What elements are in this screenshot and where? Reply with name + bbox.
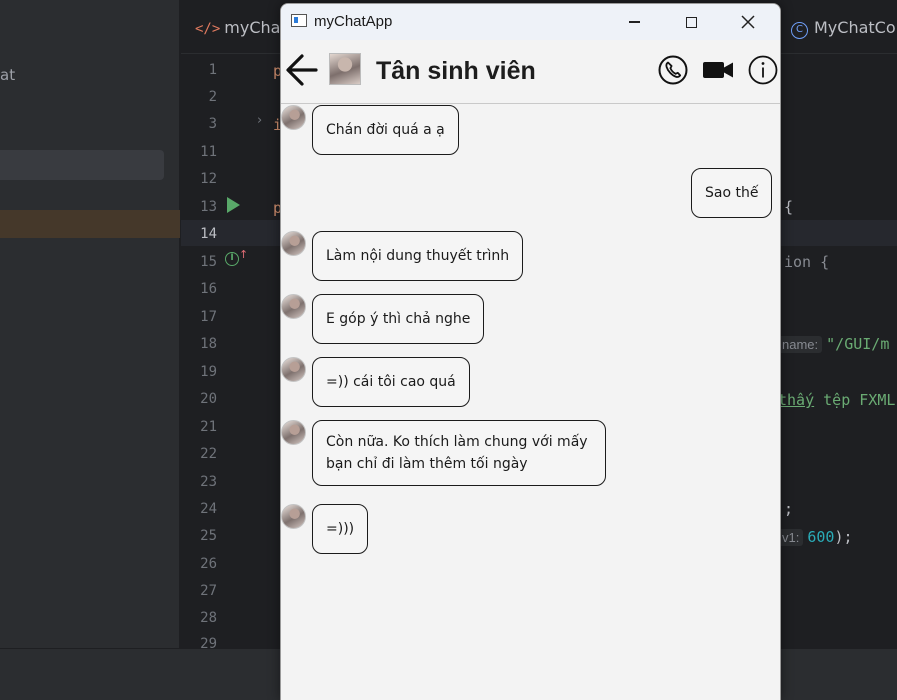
video-camera-icon bbox=[703, 62, 733, 78]
line-number: 27 bbox=[200, 583, 217, 599]
chat-header: Tân sinh viên bbox=[281, 40, 780, 104]
xml-tag-icon: </> bbox=[195, 21, 221, 37]
maximize-button[interactable] bbox=[668, 4, 714, 40]
message-bubble-sent[interactable]: Sao thế bbox=[691, 168, 773, 218]
run-gutter-icon[interactable] bbox=[227, 197, 240, 213]
app-window-icon bbox=[291, 14, 307, 27]
fold-chevron-icon[interactable]: › bbox=[257, 113, 262, 128]
line-number: 25 bbox=[200, 528, 217, 544]
code-line-15-tail: ion { bbox=[784, 253, 830, 271]
close-button[interactable] bbox=[725, 4, 771, 40]
maximize-icon bbox=[685, 16, 697, 28]
window-titlebar[interactable]: myChatApp bbox=[281, 4, 780, 40]
message-bubble-received[interactable]: Chán đời quá a ạ bbox=[312, 105, 459, 155]
voice-call-button[interactable] bbox=[657, 54, 689, 86]
message-list[interactable]: Chán đời quá a ạ Sao thế Làm nội dung th… bbox=[281, 104, 780, 700]
sender-avatar bbox=[281, 504, 306, 529]
sender-avatar bbox=[281, 231, 306, 256]
line-number-current: 14 bbox=[200, 226, 217, 242]
line-number: 22 bbox=[200, 446, 217, 462]
line-number: 21 bbox=[200, 419, 217, 435]
parameter-hint: v1: bbox=[778, 529, 804, 546]
contact-name: Tân sinh viên bbox=[376, 57, 536, 85]
line-number: 15 bbox=[200, 254, 217, 270]
editor-tab-fxml[interactable]: </> myChat bbox=[195, 18, 287, 37]
line-number: 12 bbox=[200, 171, 217, 187]
editor-tab-controller[interactable]: C MyChatCo bbox=[791, 18, 896, 39]
line-number: 28 bbox=[200, 610, 217, 626]
video-call-button[interactable] bbox=[701, 54, 733, 86]
info-icon bbox=[748, 55, 778, 85]
implements-gutter-icon[interactable]: I bbox=[225, 252, 239, 266]
project-search-field[interactable] bbox=[0, 150, 164, 180]
message-bubble-received[interactable]: Làm nội dung thuyết trình bbox=[312, 231, 524, 281]
window-title: myChatApp bbox=[314, 13, 393, 30]
message-bubble-received[interactable]: =))) bbox=[312, 504, 369, 554]
line-number: 17 bbox=[200, 309, 217, 325]
code-line-20-tail: thấy tệp FXML bbox=[778, 391, 896, 409]
line-number: 13 bbox=[200, 199, 217, 215]
line-number: 3 bbox=[208, 116, 217, 132]
chat-app-window: myChatApp Tân sinh viên Chán đời quá a ạ… bbox=[280, 3, 781, 700]
line-number: 2 bbox=[208, 89, 217, 105]
class-icon: C bbox=[791, 22, 808, 39]
code-line-25-tail: v1: 600); bbox=[778, 528, 853, 546]
back-arrow-icon bbox=[286, 54, 318, 86]
project-selected-row[interactable] bbox=[0, 210, 180, 238]
line-number: 26 bbox=[200, 556, 217, 572]
minimize-button[interactable] bbox=[611, 4, 657, 40]
line-number: 20 bbox=[200, 391, 217, 407]
line-number: 18 bbox=[200, 336, 217, 352]
message-bubble-received[interactable]: E góp ý thì chả nghe bbox=[312, 294, 485, 344]
line-number: 16 bbox=[200, 281, 217, 297]
message-bubble-received[interactable]: Còn nữa. Ko thích làm chung với mấy bạn … bbox=[312, 420, 606, 486]
parameter-hint: name: bbox=[778, 336, 823, 353]
line-number: 24 bbox=[200, 501, 217, 517]
info-button[interactable] bbox=[747, 54, 779, 86]
phone-icon bbox=[658, 55, 688, 85]
override-arrow-icon: ↑ bbox=[239, 248, 249, 261]
sender-avatar bbox=[281, 294, 306, 319]
line-number: 11 bbox=[200, 144, 217, 160]
back-button[interactable] bbox=[284, 50, 320, 90]
contact-avatar[interactable] bbox=[329, 53, 361, 85]
sender-avatar bbox=[281, 420, 306, 445]
message-bubble-received[interactable]: =)) cái tôi cao quá bbox=[312, 357, 470, 407]
line-number: 23 bbox=[200, 474, 217, 490]
line-number: 1 bbox=[208, 62, 217, 78]
project-tree-item[interactable]: at bbox=[0, 66, 15, 84]
code-line-13-tail: { bbox=[784, 198, 794, 216]
code-line-18-tail: name: "/GUI/m bbox=[778, 335, 889, 353]
sender-avatar bbox=[281, 357, 306, 382]
close-icon bbox=[741, 15, 755, 29]
ide-project-panel: at bbox=[0, 0, 180, 648]
code-line-24-tail: ; bbox=[784, 500, 794, 518]
sender-avatar bbox=[281, 105, 306, 130]
minimize-icon bbox=[628, 21, 640, 23]
line-number: 19 bbox=[200, 364, 217, 380]
